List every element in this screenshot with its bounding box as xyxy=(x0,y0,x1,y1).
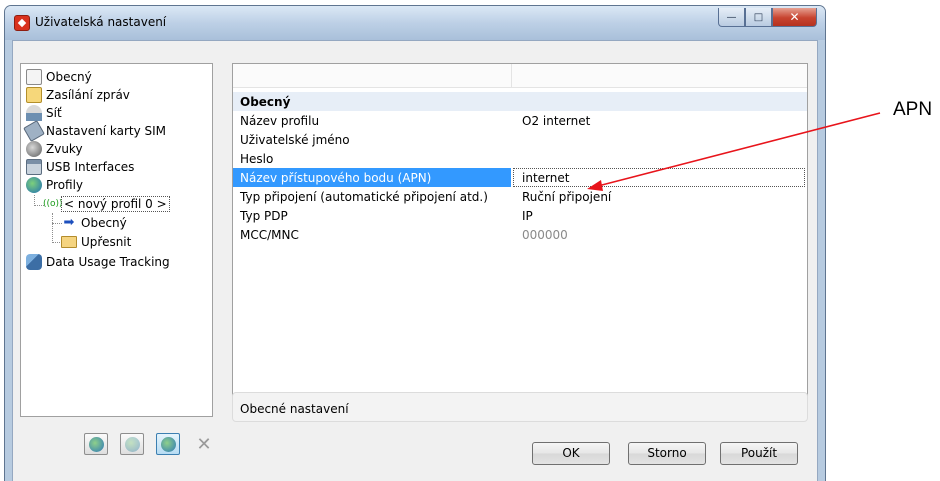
description-panel: Obecné nastavení xyxy=(232,392,808,422)
grid-row-nazev-profilu[interactable]: Název profilu O2 internet xyxy=(233,111,807,130)
usb-icon xyxy=(26,159,42,175)
apn-annotation-label: APN xyxy=(893,99,933,120)
tree-item-label: < nový profil 0 > xyxy=(61,196,170,212)
property-name: MCC/MNC xyxy=(240,227,299,242)
close-button[interactable]: ✕ xyxy=(772,8,817,27)
data-usage-icon xyxy=(26,254,42,270)
globe-icon xyxy=(26,177,42,193)
tree-item-label: USB Interfaces xyxy=(46,160,135,174)
tree-item-label: Nastavení karty SIM xyxy=(46,124,167,138)
tree-item-sim[interactable]: Nastavení karty SIM xyxy=(23,120,167,142)
general-settings-icon xyxy=(26,69,42,85)
set-default-profile-button[interactable] xyxy=(156,433,180,455)
tree-item-label: Obecný xyxy=(46,70,92,84)
grid-row-mcc-mnc[interactable]: MCC/MNC 000000 xyxy=(233,225,807,244)
default-globe-icon xyxy=(160,436,176,452)
copy-globe-icon xyxy=(124,436,140,452)
grid-row-heslo[interactable]: Heslo xyxy=(233,149,807,168)
property-value[interactable]: O2 internet xyxy=(522,114,590,128)
ok-button[interactable]: OK xyxy=(532,442,610,465)
delete-profile-button[interactable]: ✕ xyxy=(192,433,216,455)
grid-row-uzivatelske-jmeno[interactable]: Uživatelské jméno xyxy=(233,130,807,149)
window-controls: — □ ✕ xyxy=(718,8,817,27)
envelope-icon xyxy=(26,87,42,103)
tree-item-label: Profily xyxy=(46,178,84,192)
antenna-icon: ((o)) xyxy=(43,199,63,209)
apn-value-field[interactable]: internet xyxy=(522,171,569,185)
property-name: Heslo xyxy=(240,151,274,166)
tree-connector xyxy=(52,213,53,243)
property-value[interactable]: Ruční připojení xyxy=(522,190,611,204)
grid-group-header[interactable]: Obecný xyxy=(233,92,807,111)
add-profile-button[interactable] xyxy=(84,433,108,455)
tree-item-obecny[interactable]: Obecný xyxy=(26,68,92,86)
dialog-client-area: Obecný Zasílání zpráv Síť Nastavení kart… xyxy=(12,40,818,481)
property-value[interactable]: 000000 xyxy=(522,228,568,242)
settings-tree[interactable]: Obecný Zasílání zpráv Síť Nastavení kart… xyxy=(20,63,213,417)
cancel-button[interactable]: Storno xyxy=(628,442,706,465)
tree-item-zasilani-zprav[interactable]: Zasílání zpráv xyxy=(26,86,130,104)
title-bar[interactable]: Uživatelská nastavení — □ ✕ xyxy=(5,6,825,40)
grid-row-typ-pdp[interactable]: Typ PDP IP xyxy=(233,206,807,225)
add-globe-icon xyxy=(88,436,104,452)
maximize-button[interactable]: □ xyxy=(745,8,772,27)
property-name: Typ připojení (automatické připojení atd… xyxy=(240,189,488,204)
grid-header xyxy=(233,64,807,88)
tree-item-profily[interactable]: Profily xyxy=(26,176,83,194)
tree-item-label: Data Usage Tracking xyxy=(46,255,170,269)
tree-item-label: Síť xyxy=(46,106,62,120)
property-name: Název přístupového bodu (APN) xyxy=(240,170,432,185)
property-name: Typ PDP xyxy=(240,208,288,223)
tree-item-usb[interactable]: USB Interfaces xyxy=(26,158,134,176)
copy-profile-button[interactable] xyxy=(120,433,144,455)
tree-item-label: Zasílání zpráv xyxy=(46,88,130,102)
minimize-button[interactable]: — xyxy=(718,8,745,27)
property-grid[interactable]: Obecný Název profilu O2 internet Uživate… xyxy=(232,63,808,417)
tree-item-label: Obecný xyxy=(81,216,127,230)
tree-item-profil-obecny[interactable]: ➡ Obecný xyxy=(61,214,127,232)
property-value[interactable]: IP xyxy=(522,209,533,223)
app-icon xyxy=(14,15,30,31)
window-title: Uživatelská nastavení xyxy=(35,15,167,29)
network-icon xyxy=(26,105,42,121)
property-name: Uživatelské jméno xyxy=(240,132,350,147)
tree-item-zvuky[interactable]: Zvuky xyxy=(26,140,83,158)
settings-window: Uživatelská nastavení — □ ✕ Obecný Zasíl… xyxy=(4,5,826,481)
grid-row-apn[interactable]: Název přístupového bodu (APN) internet xyxy=(233,168,807,187)
tree-item-novy-profil[interactable]: ((o)) < nový profil 0 > xyxy=(43,195,170,213)
tree-item-label: Upřesnit xyxy=(81,235,132,249)
folder-icon xyxy=(61,236,77,248)
tree-item-sit[interactable]: Síť xyxy=(26,104,62,122)
speaker-icon xyxy=(26,141,42,157)
tree-item-data-usage[interactable]: Data Usage Tracking xyxy=(26,253,170,271)
apply-button[interactable]: Použít xyxy=(720,442,798,465)
tree-item-upresnit[interactable]: Upřesnit xyxy=(61,233,131,251)
grid-row-typ-pripojeni[interactable]: Typ připojení (automatické připojení atd… xyxy=(233,187,807,206)
property-name: Název profilu xyxy=(240,113,320,128)
grid-group-label: Obecný xyxy=(240,94,291,109)
tree-item-label: Zvuky xyxy=(46,142,83,156)
arrow-right-icon: ➡ xyxy=(63,215,75,230)
sim-card-icon xyxy=(23,120,45,142)
